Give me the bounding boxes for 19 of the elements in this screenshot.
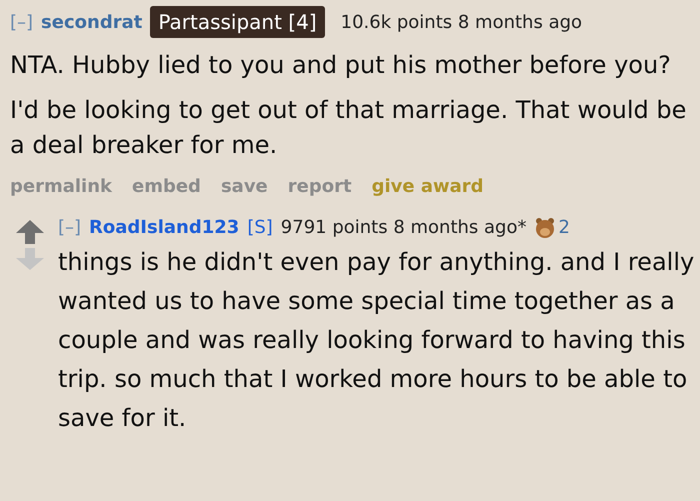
- action-link[interactable]: save: [220, 173, 268, 200]
- username-link[interactable]: RoadIsland123: [89, 214, 240, 241]
- award-count: 2: [558, 216, 570, 240]
- collapse-toggle[interactable]: [–]: [10, 8, 34, 36]
- action-link[interactable]: permalink: [10, 173, 112, 200]
- collapse-toggle[interactable]: [–]: [58, 214, 82, 241]
- bear-award-icon: [534, 216, 554, 238]
- action-link[interactable]: report: [288, 173, 352, 200]
- comment-meta: 9791 points 8 months ago*: [280, 216, 526, 240]
- comment-meta: 10.6k points 8 months ago: [340, 10, 582, 34]
- upvote-arrow-icon[interactable]: [16, 220, 44, 244]
- username-link[interactable]: secondrat: [41, 8, 142, 36]
- reply-body: things is he didn't even pay for anything. and I really wanted us to have some special time together as a couple and was really looking forward to having this trip. so much that I worked more hours to be able to save for it.: [58, 247, 696, 434]
- comment-paragraph: NTA. Hubby lied to you and put his mother before you?: [10, 50, 672, 81]
- action-link[interactable]: embed: [132, 173, 201, 200]
- submitter-tag[interactable]: [S]: [247, 214, 273, 241]
- user-flair: Partassipant [4]: [150, 6, 325, 38]
- action-link[interactable]: give award: [372, 173, 484, 200]
- comment-paragraph: I'd be looking to get out of that marriage. That would be a deal breaker for me.: [10, 95, 688, 161]
